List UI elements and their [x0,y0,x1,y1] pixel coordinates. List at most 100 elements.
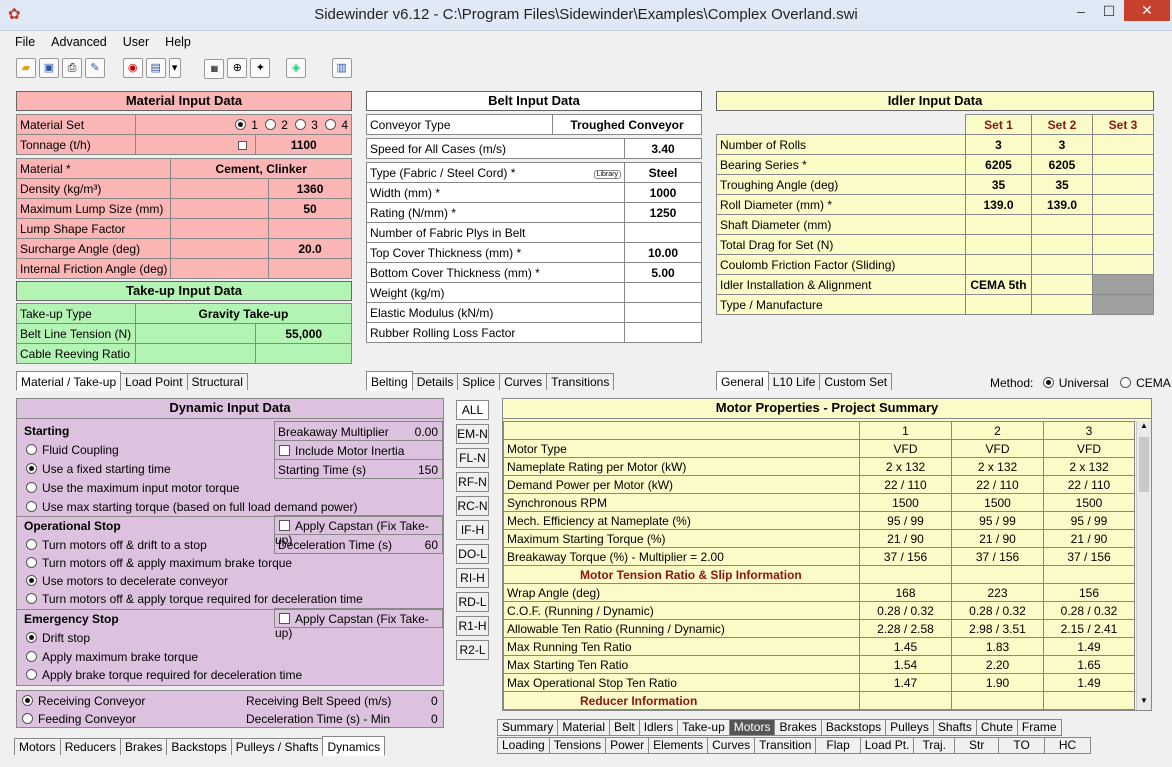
capstan-em-checkbox[interactable]: Apply Capstan (Fix Take-up) [274,608,443,640]
tab-shafts[interactable]: Shafts [932,719,977,736]
idler-cell[interactable] [1031,254,1093,275]
case-tab-if-h[interactable]: IF-H [456,520,489,540]
tab-material[interactable]: Material [557,719,611,736]
main-icon[interactable]: ✦ [250,58,271,78]
idler-cell[interactable] [1031,294,1093,315]
tab-chute[interactable]: Chute [975,719,1018,736]
tab-transition[interactable]: Transition [754,737,817,754]
tab-l10-life[interactable]: L10 Life [767,373,821,390]
top-cover-value[interactable]: 10.00 [624,242,702,263]
belt-tension-value[interactable]: 55,000 [255,323,352,344]
info-icon[interactable]: ▦ [204,59,225,79]
tab-backstops-result[interactable]: Backstops [820,719,887,736]
density-value[interactable]: 1360 [268,178,352,199]
tab-curves-result[interactable]: Curves [707,737,756,754]
idler-cell[interactable] [1092,234,1154,255]
tab-idlers[interactable]: Idlers [638,719,679,736]
op-option-max-brake[interactable]: Turn motors off & apply maximum brake to… [26,556,292,570]
tonnage-check[interactable] [238,140,248,150]
starting-option-max-starting[interactable]: Use max starting torque (based on full l… [26,500,358,514]
case-tab-r2-l[interactable]: R2-L [456,640,489,660]
decel-min-value[interactable]: 0 [431,712,438,726]
units-icon[interactable]: ◉ [122,58,143,78]
tab-structural[interactable]: Structural [186,373,248,390]
open-icon[interactable]: ▰ [16,58,36,78]
tab-summary[interactable]: Summary [497,719,559,736]
receiving-conveyor-radio[interactable]: Receiving Conveyor [22,694,145,708]
belt-type-value[interactable]: Steel [624,162,702,183]
op-option-torque[interactable]: Turn motors off & apply torque required … [26,592,363,606]
geometry-icon[interactable]: ⊕ [227,58,248,78]
method-universal-label[interactable]: Universal [1059,376,1109,390]
edit-icon[interactable]: ✎ [85,58,105,78]
em-option-max-brake[interactable]: Apply maximum brake torque [26,650,198,664]
idler-cell[interactable]: 139.0 [1031,194,1093,215]
tab-load-pt[interactable]: Load Pt. [859,737,915,754]
starting-option-fluid[interactable]: Fluid Coupling [26,443,119,457]
speed-value[interactable]: 3.40 [624,138,702,159]
starting-option-fixed[interactable]: Use a fixed starting time [26,462,171,476]
save-icon[interactable]: ▣ [39,58,59,78]
method-cema-label[interactable]: CEMA [1136,376,1171,390]
idler-cell[interactable]: CEMA 5th [965,274,1032,295]
tab-general[interactable]: General [716,371,769,391]
feeding-conveyor-radio[interactable]: Feeding Conveyor [22,712,136,726]
tab-belt[interactable]: Belt [609,719,640,736]
breakaway-field[interactable]: Breakaway Multiplier 0.00 [274,421,443,441]
surcharge-value[interactable]: 20.0 [268,238,352,259]
tab-reducers[interactable]: Reducers [59,738,122,755]
width-value[interactable]: 1000 [624,182,702,203]
set-radio-4[interactable] [325,118,337,130]
takeup-type-value[interactable]: Gravity Take-up [134,303,353,324]
tab-power[interactable]: Power [605,737,650,754]
tab-material-takeup[interactable]: Material / Take-up [16,371,122,391]
case-tab-em-n[interactable]: EM-N [456,424,489,444]
scroll-thumb[interactable] [1139,437,1149,492]
tab-splice[interactable]: Splice [457,373,501,390]
tab-curves[interactable]: Curves [499,373,548,390]
em-option-drift[interactable]: Drift stop [26,631,90,645]
idler-cell[interactable] [1092,214,1154,235]
idler-cell[interactable] [1031,234,1093,255]
set-radio-2[interactable] [265,118,277,130]
menu-user[interactable]: User [116,32,158,49]
weight-value[interactable] [624,282,702,303]
tab-brakes-result[interactable]: Brakes [774,719,822,736]
friction-angle-value[interactable] [268,258,352,279]
dropdown-icon[interactable]: ▾ [168,58,181,78]
scroll-up-icon[interactable]: ▲ [1137,421,1151,435]
conveyor-type-value[interactable]: Troughed Conveyor [552,114,702,135]
tab-belting[interactable]: Belting [366,371,413,391]
calculator-icon[interactable]: ▥ [331,58,352,78]
idler-cell[interactable]: 3 [1031,134,1093,155]
lump-size-value[interactable]: 50 [268,198,352,219]
case-tab-r1-h[interactable]: R1-H [456,616,489,636]
starting-option-max-input[interactable]: Use the maximum input motor torque [26,481,239,495]
close-button[interactable]: ✕ [1124,0,1170,21]
idler-cell[interactable] [965,294,1032,315]
rating-value[interactable]: 1250 [624,202,702,223]
idler-cell[interactable] [965,254,1032,275]
idler-cell[interactable]: 6205 [965,154,1032,175]
tab-dynamics[interactable]: Dynamics [322,736,386,756]
idler-cell[interactable] [965,234,1032,255]
tab-takeup[interactable]: Take-up [677,719,730,736]
em-option-brake-torque[interactable]: Apply brake torque required for decelera… [26,668,302,682]
tab-loading[interactable]: Loading [497,737,550,754]
tab-details[interactable]: Details [411,373,459,390]
op-option-decelerate[interactable]: Use motors to decelerate conveyor [26,574,228,588]
tab-transitions[interactable]: Transitions [546,373,615,390]
set-radio-1[interactable] [235,118,247,130]
tab-backstops[interactable]: Backstops [166,738,232,755]
tab-frame[interactable]: Frame [1016,719,1062,736]
decel-time-field[interactable]: Deceleration Time (s) 60 [274,534,443,554]
material-value[interactable]: Cement, Clinker [170,158,352,179]
library-button[interactable]: Library [593,169,621,179]
idler-cell[interactable]: 3 [965,134,1032,155]
menu-help[interactable]: Help [158,32,200,49]
modulus-value[interactable] [624,302,702,323]
idler-cell[interactable] [1092,294,1154,315]
idler-cell[interactable] [1092,194,1154,215]
tab-elements[interactable]: Elements [648,737,709,754]
idler-cell[interactable] [1092,254,1154,275]
